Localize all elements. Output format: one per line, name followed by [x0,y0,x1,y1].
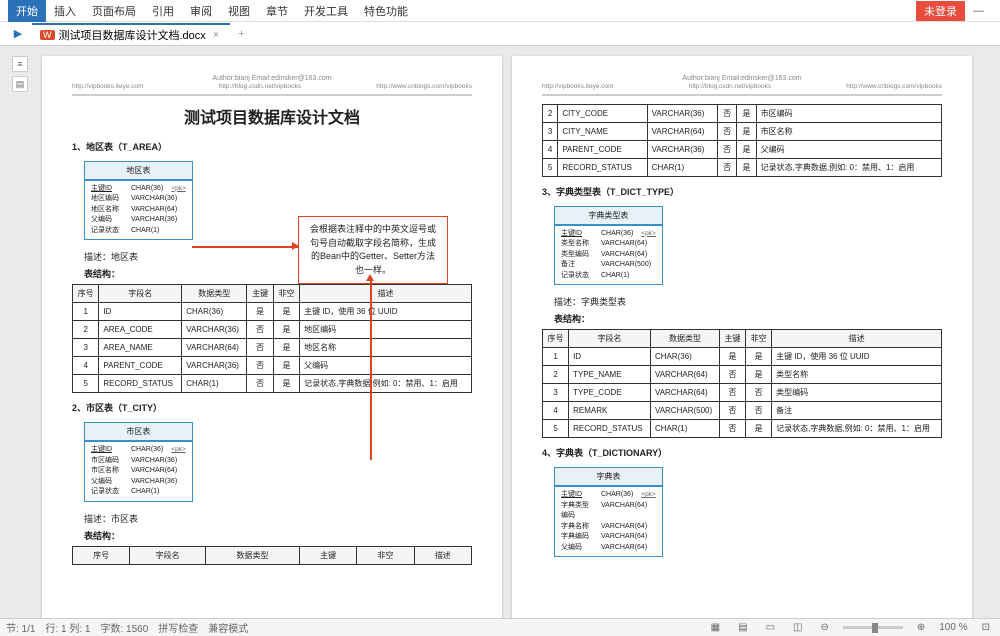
zoom-slider[interactable] [843,626,903,629]
status-page: 节: 1/1 [6,620,35,635]
section-4-heading: 4、字典表（T_DICTIONARY） [542,446,942,459]
table-city-cont: 2CITY_CODEVARCHAR(36)否是市区编码3CITY_NAMEVAR… [542,104,942,177]
menu-special[interactable]: 特色功能 [356,0,416,22]
page-header: Author:bianj Email:edinsker@163.com http… [72,74,472,96]
page-header-2: Author:bianj Email:edinsker@163.com http… [542,74,942,96]
arrow-1 [192,246,298,248]
menu-view[interactable]: 视图 [220,0,258,22]
arrow-1-head [292,242,299,250]
view-web-icon[interactable]: ▭ [762,622,779,633]
mini-table-dicttype: 字典类型表 主键IDCHAR(36)<pk>类型名称VARCHAR(64)类型编… [554,206,663,286]
zoom-value[interactable]: 100 % [939,622,967,633]
menu-section[interactable]: 章节 [258,0,296,22]
menu-insert[interactable]: 插入 [46,0,84,22]
table-dicttype: 序号字段名数据类型主键非空描述1IDCHAR(36)是是主键 ID，使用 36 … [542,329,942,438]
mini-table-dict: 字典表 主键IDCHAR(36)<pk>字典类型编码VARCHAR(64)字典名… [554,467,663,557]
section-1-heading: 1、地区表（T_AREA） [72,140,472,153]
home-tab-icon[interactable]: ▶ [4,24,32,44]
arrow-2-line [370,280,372,460]
desc-dicttype: 描述：字典类型表 [554,295,942,308]
workspace: ≡ ▤ Author:bianj Email:edinsker@163.com … [0,46,1000,618]
arrow-2-head [366,274,374,281]
status-line: 行: 1 列: 1 [45,620,90,635]
menu-layout[interactable]: 页面布局 [84,0,144,22]
comment-icon[interactable]: ▤ [12,76,28,92]
zoom-in-button[interactable]: ⊕ [913,622,929,633]
toc-icon[interactable]: ≡ [12,56,28,72]
section-2-heading: 2、市区表（T_CITY） [72,401,472,414]
mini-table-city: 市区表 主键IDCHAR(36)<pk>市区编码VARCHAR(36)市区名称V… [84,422,193,502]
status-compat: 兼容模式 [208,620,248,635]
zoom-out-button[interactable]: ⊖ [816,622,832,633]
section-3-heading: 3、字典类型表（T_DICT_TYPE） [542,185,942,198]
view-print-icon[interactable]: ▦ [707,622,724,633]
page-2: Author:bianj Email:edinsker@163.com http… [512,56,972,618]
login-button[interactable]: 未登录 [916,1,965,21]
document-tab[interactable]: W 测试项目数据库设计文档.docx × [32,23,230,45]
table-area: 序号字段名数据类型主键非空描述1IDCHAR(36)是是主键 ID，使用 36 … [72,284,472,393]
struct-dicttype: 表结构： [554,312,942,325]
menu-devtools[interactable]: 开发工具 [296,0,356,22]
status-spell[interactable]: 拼写检查 [158,620,198,635]
add-tab-button[interactable]: + [230,28,252,40]
status-words: 字数: 1560 [100,620,148,635]
close-tab-icon[interactable]: × [210,29,222,41]
view-outline-icon[interactable]: ▤ [734,622,751,633]
tab-filename: 测试项目数据库设计文档.docx [59,27,206,43]
word-icon: W [40,30,55,40]
menu-start[interactable]: 开始 [8,0,46,22]
table-city-head: 序号字段名数据类型主键非空描述 [72,546,472,565]
menu-reference[interactable]: 引用 [144,0,182,22]
statusbar: 节: 1/1 行: 1 列: 1 字数: 1560 拼写检查 兼容模式 ▦ ▤ … [0,618,1000,636]
left-gutter: ≡ ▤ [12,56,32,608]
menubar: 开始 插入 页面布局 引用 审阅 视图 章节 开发工具 特色功能 未登录 — [0,0,1000,22]
page-1: Author:bianj Email:edinsker@163.com http… [42,56,502,618]
view-read-icon[interactable]: ◫ [789,622,806,633]
tabbar: ▶ W 测试项目数据库设计文档.docx × + [0,22,1000,46]
struct-city: 表结构： [84,529,472,542]
desc-city: 描述：市区表 [84,512,472,525]
menu-review[interactable]: 审阅 [182,0,220,22]
doc-title: 测试项目数据库设计文档 [72,104,472,128]
minimize-button[interactable]: — [965,3,992,19]
fit-button[interactable]: ⊡ [978,622,994,633]
mini-table-area: 地区表 主键IDCHAR(36)<pk>地区编码VARCHAR(36)地区名称V… [84,161,193,241]
